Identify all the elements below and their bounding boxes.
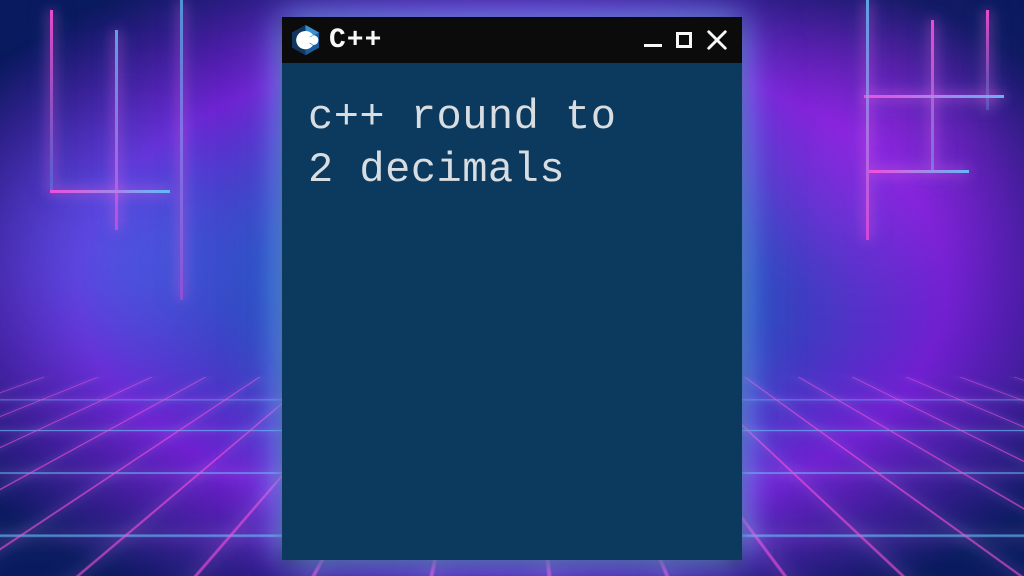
terminal-window: C++ c++ round to 2 decimals xyxy=(282,17,742,560)
close-button[interactable] xyxy=(706,29,728,51)
neon-line xyxy=(115,30,118,230)
neon-line xyxy=(50,10,53,190)
window-title: C++ xyxy=(329,25,634,56)
titlebar[interactable]: C++ xyxy=(282,17,742,63)
window-body: c++ round to 2 decimals xyxy=(282,63,742,560)
close-icon xyxy=(706,29,728,51)
cpp-logo-icon xyxy=(292,25,319,55)
minimize-button[interactable] xyxy=(644,33,662,47)
neon-line xyxy=(986,10,989,110)
neon-line xyxy=(180,0,183,300)
minimize-icon xyxy=(644,44,662,47)
neon-line xyxy=(50,190,170,193)
neon-line xyxy=(866,0,869,240)
neon-line xyxy=(869,170,969,173)
neon-line xyxy=(864,95,1004,98)
body-text: c++ round to 2 decimals xyxy=(308,91,716,196)
maximize-button[interactable] xyxy=(676,32,692,48)
window-controls xyxy=(644,29,728,51)
maximize-icon xyxy=(676,32,692,48)
